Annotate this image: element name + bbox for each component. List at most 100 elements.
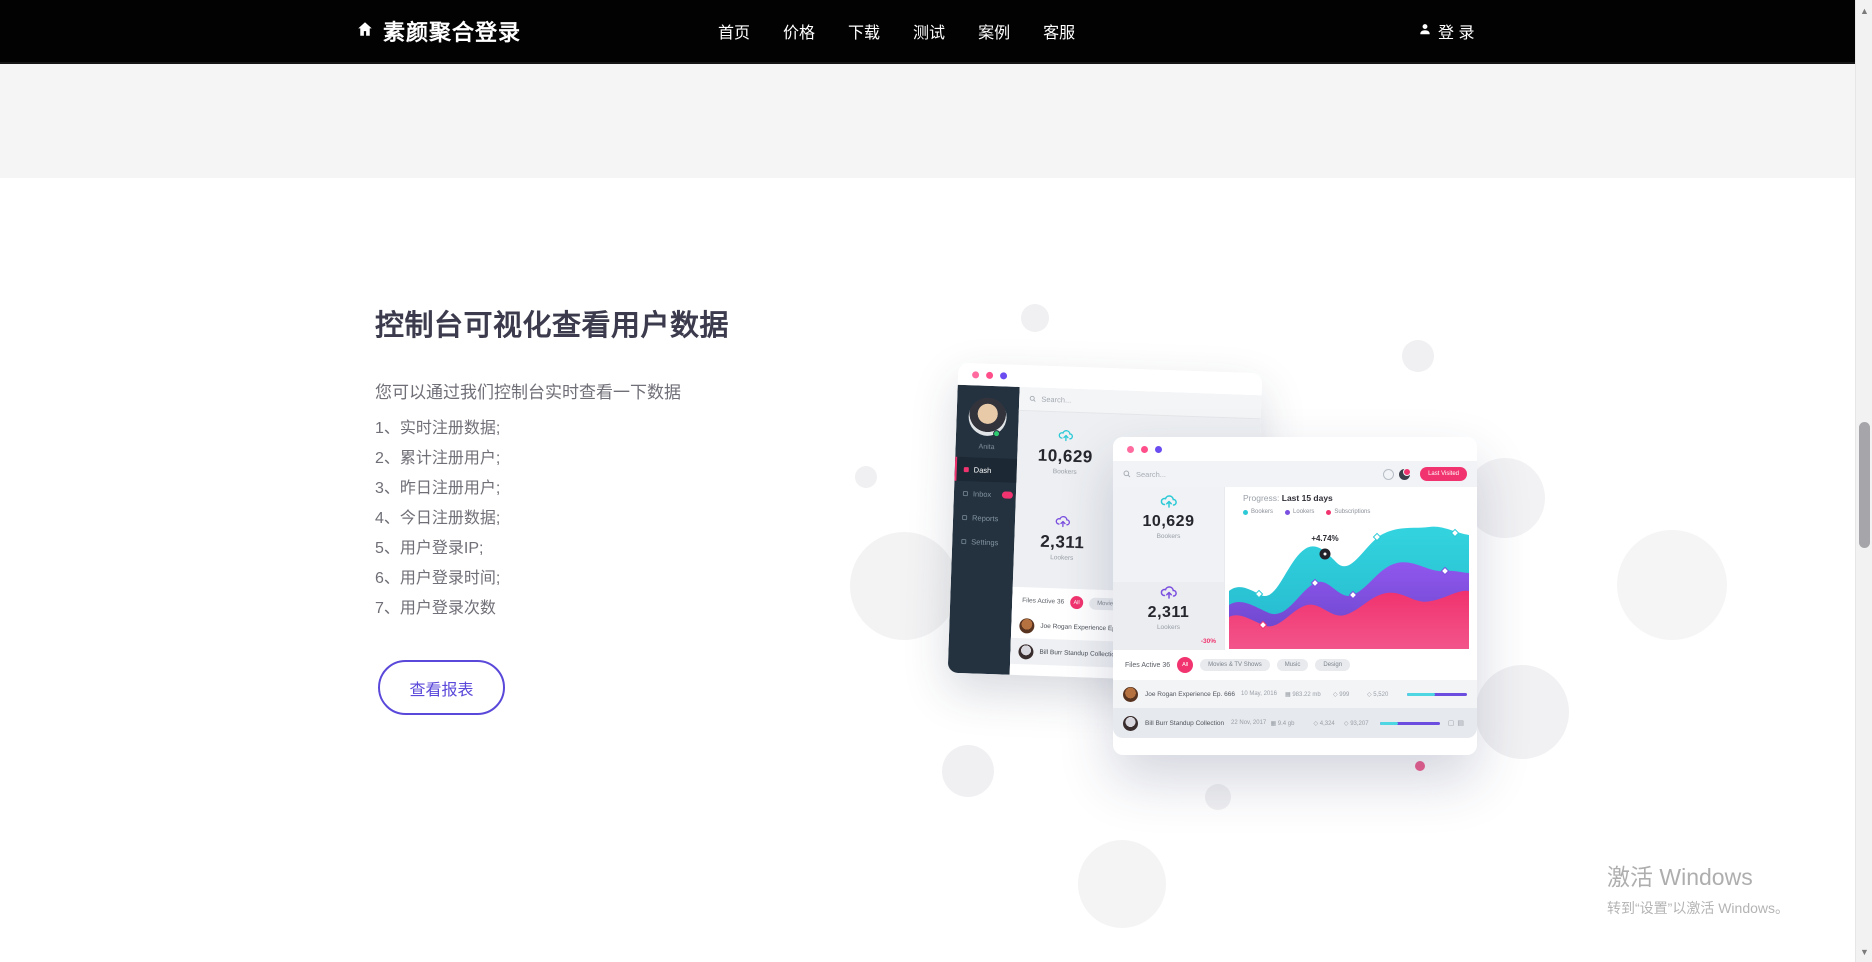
menu-item-reports: Reports [953, 505, 1016, 531]
windows-activation-watermark: 激活 Windows 转到“设置”以激活 Windows。 [1607, 858, 1789, 918]
nav-item-test[interactable]: 测试 [911, 15, 947, 47]
leechers-count: ◇ 5,520 [1367, 691, 1407, 698]
window-bar [1113, 437, 1477, 461]
window-dot [1155, 446, 1162, 453]
menu-item-settings: Settings [952, 529, 1015, 555]
search-placeholder: Search... [1136, 470, 1166, 479]
menu-label: Inbox [973, 489, 992, 499]
chart-annotation: +4.74% [1311, 534, 1338, 543]
menu-icon [961, 538, 966, 543]
stats-column: 10,629 Bookers 2,311 Lookers -30% [1113, 487, 1225, 650]
legend-item: Lookers [1285, 509, 1314, 515]
files-active-label: Files Active 36 [1022, 597, 1064, 605]
page-title: 控制台可视化查看用户数据 [375, 302, 729, 344]
nav-item-pricing[interactable]: 价格 [781, 15, 817, 47]
chart-title: Progress: Last 15 days [1243, 493, 1333, 503]
refresh-icon [1383, 469, 1394, 480]
decor-circle [1205, 784, 1231, 810]
hero-band [0, 62, 1872, 178]
avatar [968, 397, 1007, 436]
stat-value: 10,629 [1113, 513, 1224, 531]
brand[interactable]: 素颜聚合登录 [356, 0, 521, 62]
cloud-upload-icon [1055, 515, 1071, 528]
watermark-line2: 转到“设置”以激活 Windows。 [1607, 898, 1789, 918]
decor-circle [942, 745, 994, 797]
legend-item: Bookers [1243, 509, 1273, 515]
decor-circle [1465, 458, 1545, 538]
file-size: ▦ 983.22 mb [1285, 691, 1333, 698]
back-sidebar: Anita Dash Inbox Reports [948, 385, 1020, 675]
leechers-count: ◇ 93,207 [1344, 720, 1380, 727]
scroll-up-arrow[interactable]: ▲ [1856, 2, 1872, 19]
cloud-upload-icon [1160, 586, 1178, 599]
decor-dot-pink [1415, 761, 1425, 771]
vertical-scrollbar: ▲ ▼ [1855, 0, 1872, 962]
avatar [1123, 687, 1138, 702]
list-item: 2、累计注册用户; [375, 444, 500, 474]
window-dots [972, 371, 1007, 379]
menu-icon [964, 467, 969, 472]
decor-circle [1475, 665, 1569, 759]
decor-circle [1402, 340, 1434, 372]
list-item: 4、今日注册数据; [375, 504, 500, 534]
search-icon [1029, 395, 1036, 402]
last-visited-button[interactable]: Last Visited [1420, 467, 1467, 481]
file-row: Joe Rogan Experience Ep. 666 10 May, 201… [1113, 680, 1477, 708]
row-action-icons: ▢▤ [1448, 719, 1467, 727]
view-report-button[interactable]: 查看报表 [378, 660, 505, 715]
chart-title-bold: Last 15 days [1282, 493, 1333, 503]
menu-icon [962, 515, 967, 520]
nav-item-download[interactable]: 下载 [846, 15, 882, 47]
window-dot [1127, 446, 1134, 453]
filter-pill[interactable]: Movies & TV Shows [1200, 659, 1270, 671]
progress-bar [1407, 693, 1467, 696]
chart-legend: Bookers Lookers Subscriptions [1243, 509, 1370, 515]
list-item: 7、用户登录次数 [375, 594, 500, 624]
page: 素颜聚合登录 首页 价格 下载 测试 案例 客服 登 录 控制台可视化查看用户数… [0, 0, 1872, 962]
list-item: 5、用户登录IP; [375, 534, 500, 564]
login-button[interactable]: 登 录 [1418, 0, 1474, 62]
seeders-count: ◇ 4,324 [1313, 720, 1343, 727]
user-icon [1418, 22, 1432, 41]
feature-list: 1、实时注册数据; 2、累计注册用户; 3、昨日注册用户; 4、今日注册数据; … [375, 414, 500, 624]
list-item: 6、用户登录时间; [375, 564, 500, 594]
avatar [1019, 618, 1035, 634]
cloud-upload-icon [1160, 495, 1178, 508]
user-name: Anita [955, 443, 1017, 452]
file-name: Bill Burr Standup Collection [1145, 720, 1231, 727]
filter-pill[interactable]: Design [1315, 659, 1350, 671]
stat-value: 2,311 [1014, 531, 1111, 554]
legend-item: Subscriptions [1326, 509, 1370, 515]
filter-pill[interactable]: Music [1277, 659, 1309, 671]
filter-badge-all[interactable]: All [1177, 657, 1193, 673]
window-dot [972, 371, 979, 378]
progress-bar [1380, 722, 1440, 725]
list-item: 3、昨日注册用户; [375, 474, 500, 504]
file-date: 22 Nov, 2017 [1231, 720, 1270, 726]
scroll-down-arrow[interactable]: ▼ [1856, 943, 1872, 960]
menu-item-inbox: Inbox [954, 481, 1017, 507]
nav-item-home[interactable]: 首页 [716, 15, 752, 47]
decor-circle [850, 532, 958, 640]
menu-label: Dash [974, 465, 992, 475]
window-dots [1127, 446, 1162, 453]
decor-circle [1021, 304, 1049, 332]
nav-item-cases[interactable]: 案例 [976, 15, 1012, 47]
list-item: 1、实时注册数据; [375, 414, 500, 444]
stat-label: Lookers [1014, 553, 1110, 563]
chart-title-prefix: Progress: [1243, 493, 1279, 503]
seeders-count: ◇ 999 [1333, 691, 1367, 698]
navbar: 素颜聚合登录 首页 价格 下载 测试 案例 客服 登 录 [0, 0, 1872, 62]
feature-section: 控制台可视化查看用户数据 您可以通过我们控制台实时查看一下数据 1、实时注册数据… [375, 300, 795, 730]
filter-badge-all: All [1070, 596, 1083, 609]
cloud-upload-icon [1058, 429, 1074, 442]
menu-item-dash: Dash [954, 457, 1017, 483]
search-icon [1123, 470, 1131, 478]
scrollbar-thumb[interactable] [1859, 422, 1870, 548]
stat-tile-bookers: 10,629 Bookers [1113, 487, 1224, 582]
file-size: ▦ 9.4 gb [1270, 720, 1313, 727]
nav-item-support[interactable]: 客服 [1041, 15, 1077, 47]
decor-circle [1078, 840, 1166, 928]
search-placeholder: Search... [1041, 395, 1071, 405]
window-dot [1141, 446, 1148, 453]
